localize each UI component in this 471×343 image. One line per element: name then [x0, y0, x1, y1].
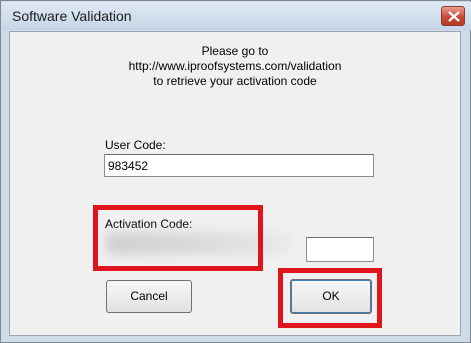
activation-code-field-part2[interactable]	[306, 237, 374, 262]
window-title: Software Validation	[12, 8, 132, 24]
activation-code-highlight-box	[93, 205, 263, 271]
cancel-button[interactable]: Cancel	[106, 280, 192, 313]
dialog-body: Please go to http://www.iproofsystems.co…	[9, 31, 461, 336]
title-bar[interactable]: Software Validation	[2, 2, 471, 30]
instruction-line-1: Please go to	[201, 44, 269, 58]
close-button[interactable]	[441, 6, 465, 26]
validation-url: http://www.iproofsystems.com/validation	[128, 59, 342, 73]
user-code-label: User Code:	[105, 138, 166, 152]
software-validation-dialog: Software Validation Please go to http://…	[0, 0, 471, 343]
user-code-field[interactable]: 983452	[104, 154, 374, 177]
instruction-line-3: to retrieve your activation code	[153, 74, 317, 88]
ok-button-highlight-box	[278, 268, 382, 328]
close-icon	[448, 11, 460, 22]
